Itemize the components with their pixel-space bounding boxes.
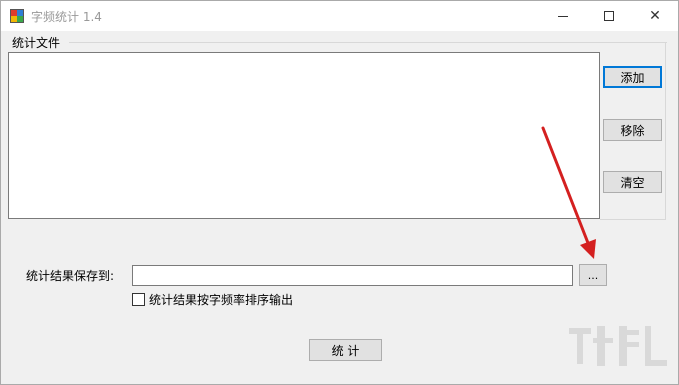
close-icon: ✕ (649, 8, 661, 24)
maximize-button[interactable] (586, 1, 632, 31)
title-bar[interactable]: 字频统计 1.4 ✕ (1, 1, 678, 31)
watermark-logo (569, 326, 667, 366)
run-button[interactable]: 统 计 (309, 339, 382, 361)
window-title: 字频统计 1.4 (31, 10, 102, 24)
remove-button[interactable]: 移除 (603, 119, 662, 141)
maximize-icon (604, 11, 614, 21)
minimize-icon (558, 15, 568, 17)
minimize-button[interactable] (540, 1, 586, 31)
file-list[interactable] (8, 52, 600, 219)
group-border-bottom (600, 219, 666, 220)
app-icon (10, 9, 24, 23)
sort-option[interactable]: 统计结果按字频率排序输出 (132, 291, 293, 308)
files-group-label: 统计文件 (12, 36, 61, 50)
save-path-label: 统计结果保存到: (26, 269, 115, 283)
group-border-top (69, 42, 667, 43)
clear-button[interactable]: 清空 (603, 171, 662, 193)
add-button[interactable]: 添加 (603, 66, 662, 88)
close-button[interactable]: ✕ (632, 1, 678, 31)
sort-checkbox[interactable] (132, 293, 145, 306)
group-border-right (665, 42, 666, 220)
save-path-input[interactable] (132, 265, 573, 286)
sort-checkbox-label: 统计结果按字频率排序输出 (149, 293, 294, 307)
browse-button[interactable]: ... (579, 264, 607, 286)
